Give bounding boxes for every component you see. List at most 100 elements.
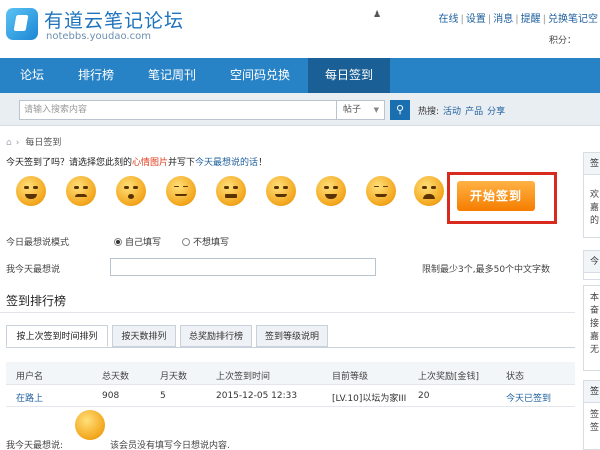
search-bar: 请输入搜索内容 帖子 ▼ ⚲ 热搜: 活动 产品 分享: [0, 93, 600, 126]
mood-dizzy-icon[interactable]: [116, 176, 146, 206]
nav-item-weekly[interactable]: 笔记周刊: [134, 58, 210, 93]
top-links: 在线 | 设置 | 消息 | 提醒 | 兑换笔记空: [438, 14, 599, 25]
mood-sweat-icon[interactable]: [266, 176, 296, 206]
hot-label: 热搜:: [418, 107, 440, 117]
sidebar-line: 签: [590, 423, 600, 433]
sidebar-line: 嘉: [590, 332, 600, 342]
mood-angry-icon[interactable]: [216, 176, 246, 206]
prompt-words: 今天最想说的话: [195, 158, 259, 168]
mode-label: 今日最想说模式: [6, 238, 70, 248]
site-subtitle: notebbs.youdao.com: [46, 31, 151, 42]
sidebar-line: 本: [590, 293, 600, 303]
nav-item-leaderboard[interactable]: 排行榜: [64, 58, 128, 93]
table-row-divider: [6, 406, 575, 407]
col-status: 状态: [506, 372, 525, 382]
breadcrumb: ⌂ › 每日签到: [6, 135, 61, 148]
main-nav: 论坛 排行榜 笔记周刊 空间码兑换 每日签到: [0, 58, 600, 93]
row-username[interactable]: 在路上: [16, 391, 43, 404]
top-link-online[interactable]: 在线: [439, 14, 459, 25]
search-button[interactable]: ⚲: [390, 100, 410, 120]
radio-checked-icon: [114, 238, 122, 246]
mood-cry-icon[interactable]: [414, 176, 444, 206]
row-level: [LV.10]以坛为家III: [332, 394, 407, 404]
tab-by-days[interactable]: 按天数排列: [112, 325, 176, 347]
mood-grin-icon[interactable]: [16, 176, 46, 206]
checkin-prompt: 今天签到了吗？请选择您此刻的心情图片并写下今天最想说的话！: [6, 155, 267, 168]
mood-shy-icon[interactable]: [366, 176, 396, 206]
site-header: 有道云笔记论坛 notebbs.youdao.com ♟ 在线 | 设置 | 消息 | 提醒…: [0, 0, 600, 56]
top-link-redeem[interactable]: 兑换笔记空: [548, 14, 598, 25]
sidebar-line: 嘉: [590, 203, 600, 213]
home-icon[interactable]: ⌂: [6, 138, 12, 148]
mood-sad-icon[interactable]: [66, 176, 96, 206]
col-last-reward: 上次奖励[金钱]: [418, 372, 480, 382]
row-last-reward: 20: [418, 391, 430, 401]
hot-link-activity[interactable]: 活动: [443, 107, 461, 117]
hot-link-product[interactable]: 产品: [465, 107, 483, 117]
prompt-suffix: ！: [258, 158, 268, 168]
mood-cry-icon: [75, 410, 105, 440]
table-row-divider: [6, 384, 575, 385]
sidebar-box-rules: 本 奋 接 嘉 无: [583, 285, 600, 371]
nav-item-redeem-space[interactable]: 空间码兑换: [216, 58, 304, 93]
sidebar-line: 签: [590, 410, 600, 420]
mood-sleepy-icon[interactable]: [166, 176, 196, 206]
col-last-time: 上次签到时间: [216, 372, 271, 382]
divider: [0, 312, 575, 313]
prompt-prefix: 今天签到了吗？请选择您此刻的: [6, 158, 133, 168]
ranking-title: 签到排行榜: [6, 294, 67, 308]
points-label: 积分：: [548, 36, 576, 46]
footer-say-text: 该会员没有填写今日想说内容.: [110, 441, 230, 450]
say-input[interactable]: [110, 258, 376, 276]
row-status: 今天已签到: [506, 394, 552, 404]
tab-by-last-time[interactable]: 按上次签到时间排列: [6, 325, 108, 347]
tab-underline: [6, 347, 575, 348]
col-month-days: 月天数: [160, 372, 188, 382]
radio-no-fill-label: 不想填写: [193, 238, 230, 248]
sidebar-box-head: 今: [584, 251, 600, 273]
sidebar-line: 奋: [590, 306, 600, 316]
top-link-reminders[interactable]: 提醒: [521, 14, 541, 25]
limit-text: 限制最少3个,最多50个中文字数: [422, 265, 551, 275]
chevron-right-icon: ›: [15, 138, 20, 148]
mood-happy-icon[interactable]: [316, 176, 346, 206]
breadcrumb-current[interactable]: 每日签到: [25, 138, 61, 148]
radio-self-fill-label: 自己填写: [125, 238, 162, 248]
table-header: [6, 362, 575, 384]
notebook-logo-icon[interactable]: [6, 8, 38, 40]
chevron-down-icon: ▼: [373, 106, 379, 114]
start-checkin-button[interactable]: 开始签到: [457, 181, 535, 211]
row-month-days: 5: [160, 391, 166, 401]
site-title[interactable]: 有道云笔记论坛: [44, 6, 184, 33]
sidebar-box-checkin: 签 欢 嘉 的: [583, 152, 600, 238]
col-username: 用户名: [16, 372, 44, 382]
prompt-mid: 并写下: [168, 158, 196, 168]
sidebar-line: 无: [590, 345, 600, 355]
radio-no-fill[interactable]: 不想填写: [182, 235, 229, 248]
nav-item-daily-checkin[interactable]: 每日签到: [308, 58, 390, 93]
col-total-days: 总天数: [102, 372, 130, 382]
nav-item-forum[interactable]: 论坛: [6, 58, 58, 93]
sidebar-box-head: 签: [584, 153, 600, 175]
sidebar-line: 欢: [590, 190, 600, 200]
user-icon[interactable]: ♟: [373, 10, 381, 20]
radio-unchecked-icon: [182, 238, 190, 246]
hot-link-share[interactable]: 分享: [487, 107, 505, 117]
sidebar-box-head: 签: [584, 381, 600, 403]
sidebar-box-stats: 签 签 签: [583, 380, 600, 450]
sidebar-box-today: 今: [583, 250, 600, 280]
radio-self-fill[interactable]: 自己填写: [114, 235, 161, 248]
row-total-days: 908: [102, 391, 120, 401]
top-link-settings[interactable]: 设置: [466, 14, 486, 25]
col-level: 目前等级: [332, 372, 369, 382]
row-last-time: 2015-12-05 12:33: [216, 391, 298, 401]
sidebar-line: 接: [590, 319, 600, 329]
tab-total-rewards[interactable]: 总奖励排行榜: [180, 325, 252, 347]
say-label: 我今天最想说: [6, 265, 61, 275]
top-link-messages[interactable]: 消息: [493, 14, 513, 25]
tab-level-info[interactable]: 签到等级说明: [256, 325, 328, 347]
search-scope-select[interactable]: 帖子 ▼: [337, 100, 385, 120]
hot-searches: 热搜: 活动 产品 分享: [418, 104, 505, 117]
search-input[interactable]: 请输入搜索内容: [19, 100, 337, 120]
footer-say-label: 我今天最想说:: [6, 441, 64, 450]
